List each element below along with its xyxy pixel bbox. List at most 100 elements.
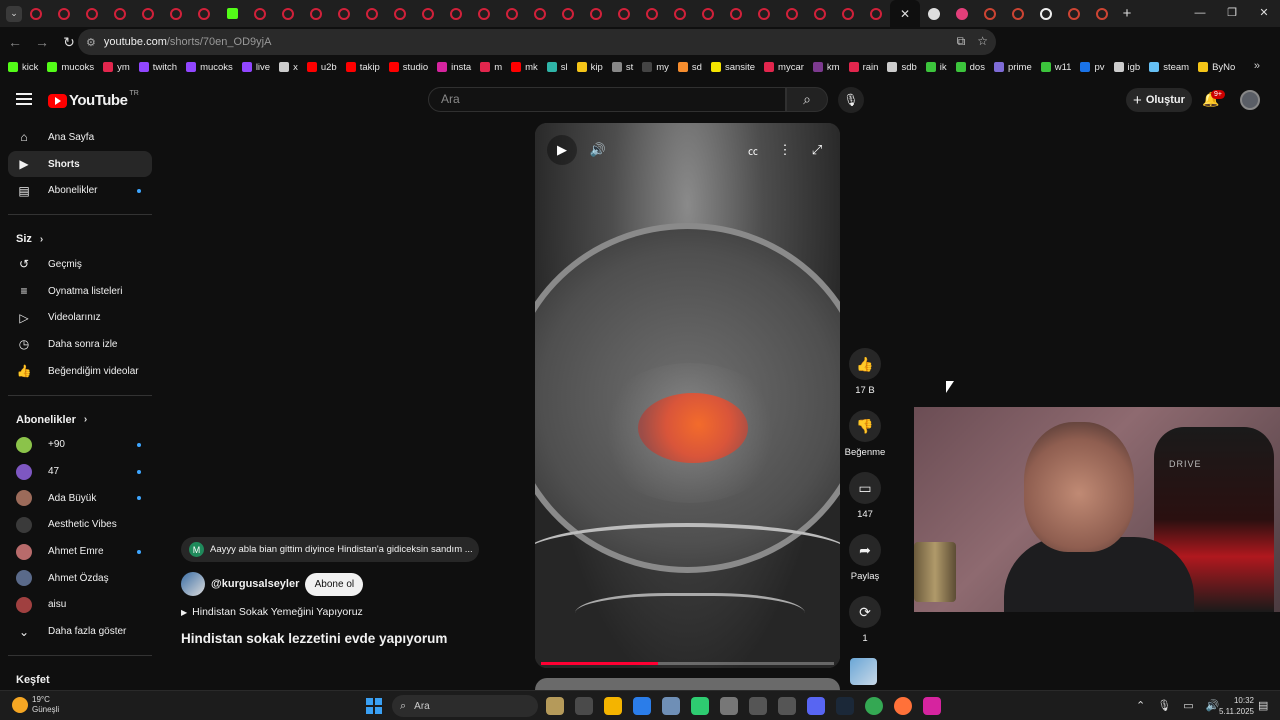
pinned-comment[interactable]: M Aayyy abla bian gittim diyince Hindist… xyxy=(181,537,479,562)
browser-tab[interactable] xyxy=(694,0,722,27)
bookmark-item[interactable]: kick xyxy=(8,62,38,73)
browser-tab[interactable] xyxy=(778,0,806,27)
browser-tab[interactable] xyxy=(1032,0,1060,27)
bookmark-item[interactable]: rain xyxy=(848,62,878,73)
taskbar-search[interactable]: ⌕ Ara xyxy=(392,695,538,717)
bookmark-item[interactable]: m xyxy=(480,62,502,73)
network-icon[interactable]: ▭ xyxy=(1183,699,1193,712)
bookmark-item[interactable]: my xyxy=(642,62,669,73)
store-icon[interactable] xyxy=(633,697,651,715)
notification-center-icon[interactable]: ▤ xyxy=(1258,699,1268,712)
browser-tab[interactable] xyxy=(386,0,414,27)
account-avatar[interactable] xyxy=(1240,90,1260,110)
bookmark-item[interactable]: ByNo xyxy=(1198,62,1235,73)
sidebar-item-channel[interactable]: Ada Büyük xyxy=(8,485,152,512)
new-tab-button[interactable]: + xyxy=(1116,5,1138,22)
bookmark-item[interactable]: st xyxy=(611,62,633,73)
tab-search-button[interactable]: ⌄ xyxy=(6,5,22,22)
bookmark-item[interactable]: steam xyxy=(1149,62,1189,73)
instagram-icon[interactable] xyxy=(923,697,941,715)
bookmark-item[interactable]: studio xyxy=(388,62,428,73)
browser-tab[interactable] xyxy=(442,0,470,27)
bookmark-item[interactable]: mycar xyxy=(764,62,804,73)
browser-tab[interactable] xyxy=(834,0,862,27)
remix-button[interactable]: ⟳ xyxy=(849,596,881,628)
short-video-player[interactable]: ▶ 🔊 ㏄ ⋮ ⤢ xyxy=(535,123,840,668)
bookmark-item[interactable]: x xyxy=(279,62,298,73)
bookmark-item[interactable]: live xyxy=(241,62,270,73)
bookmark-item[interactable]: insta xyxy=(437,62,471,73)
bookmark-item[interactable]: mucoks xyxy=(186,62,233,73)
section-subscriptions[interactable]: Abonelikler › xyxy=(0,408,160,432)
browser-tab[interactable] xyxy=(638,0,666,27)
browser-tab[interactable] xyxy=(414,0,442,27)
browser-tab[interactable] xyxy=(22,0,50,27)
browser-tab[interactable] xyxy=(498,0,526,27)
bookmark-item[interactable]: dos xyxy=(955,62,985,73)
browser-tab[interactable] xyxy=(806,0,834,27)
youtube-logo[interactable]: YouTube TR xyxy=(48,90,139,109)
back-button[interactable]: ← xyxy=(3,34,27,50)
browser-tab[interactable] xyxy=(358,0,386,27)
browser-tab[interactable] xyxy=(302,0,330,27)
search-button[interactable]: ⌕ xyxy=(786,87,828,112)
browser-tab[interactable] xyxy=(610,0,638,27)
bookmark-item[interactable]: ik xyxy=(925,62,947,73)
bookmark-item[interactable]: igb xyxy=(1113,62,1140,73)
bookmark-star-icon[interactable]: ☆ xyxy=(977,34,988,49)
firefox-icon[interactable] xyxy=(894,697,912,715)
video-progress-bar[interactable] xyxy=(541,662,834,665)
bookmark-item[interactable]: u2b xyxy=(306,62,337,73)
sidebar-item-subscriptions[interactable]: ▤ Abonelikler xyxy=(8,177,152,204)
weather-widget[interactable]: 19°C Güneşli xyxy=(12,695,59,715)
sidebar-item-shorts[interactable]: ▶ Shorts xyxy=(8,150,152,178)
browser-tab[interactable] xyxy=(106,0,134,27)
browser-tab[interactable] xyxy=(976,0,1004,27)
app-icon[interactable] xyxy=(720,697,738,715)
bookmark-item[interactable]: ym xyxy=(103,62,130,73)
start-button[interactable] xyxy=(366,698,382,714)
browser-tab[interactable] xyxy=(920,0,948,27)
bookmark-item[interactable]: prime xyxy=(993,62,1032,73)
section-you[interactable]: Siz › xyxy=(0,227,160,251)
sidebar-item-channel[interactable]: +90 xyxy=(8,432,152,459)
browser-tab[interactable] xyxy=(246,0,274,27)
more-bookmarks-button[interactable]: » xyxy=(1254,60,1260,72)
section-explore[interactable]: Keşfet xyxy=(0,668,160,692)
share-button[interactable]: ➦ xyxy=(849,534,881,566)
browser-tab[interactable] xyxy=(218,0,246,27)
play-button[interactable]: ▶ xyxy=(547,135,577,165)
browser-tab[interactable] xyxy=(162,0,190,27)
sidebar-item-channel[interactable]: Ahmet Özdaş xyxy=(8,565,152,592)
app-icon[interactable] xyxy=(778,697,796,715)
next-short-preview[interactable] xyxy=(535,678,840,690)
browser-tab[interactable] xyxy=(1004,0,1032,27)
bookmark-item[interactable]: w11 xyxy=(1040,62,1071,73)
browser-tab[interactable] xyxy=(582,0,610,27)
file-explorer-icon[interactable] xyxy=(604,697,622,715)
url-bar[interactable]: ⚙ youtube.com /shorts/70en_OD9yjA ⧉ ☆ xyxy=(78,29,996,55)
browser-tab[interactable] xyxy=(948,0,976,27)
sidebar-item-watch-later[interactable]: ◷ Daha sonra izle xyxy=(8,331,152,358)
sidebar-item-playlists[interactable]: ≡ Oynatma listeleri xyxy=(8,278,152,305)
steam-icon[interactable] xyxy=(836,697,854,715)
browser-tab[interactable] xyxy=(554,0,582,27)
like-button[interactable]: 👍 xyxy=(849,348,881,380)
sidebar-item-channel[interactable]: aisu xyxy=(8,592,152,619)
discord-icon[interactable] xyxy=(807,697,825,715)
browser-tab[interactable] xyxy=(274,0,302,27)
captions-button[interactable]: ㏄ xyxy=(738,135,768,165)
browser-tab[interactable] xyxy=(526,0,554,27)
bookmark-item[interactable]: sdb xyxy=(887,62,917,73)
sidebar-item-channel[interactable]: Aesthetic Vibes xyxy=(8,512,152,539)
chevron-up-icon[interactable]: ⌃ xyxy=(1136,699,1145,712)
bookmark-item[interactable]: sansite xyxy=(710,62,755,73)
sound-thumbnail[interactable] xyxy=(850,658,877,685)
browser-tab[interactable] xyxy=(330,0,358,27)
browser-tab[interactable] xyxy=(862,0,890,27)
bookmark-item[interactable]: pv xyxy=(1080,62,1105,73)
browser-tab[interactable] xyxy=(666,0,694,27)
more-options-button[interactable]: ⋮ xyxy=(770,135,800,165)
bookmark-item[interactable]: takip xyxy=(345,62,380,73)
browser-tab[interactable] xyxy=(470,0,498,27)
